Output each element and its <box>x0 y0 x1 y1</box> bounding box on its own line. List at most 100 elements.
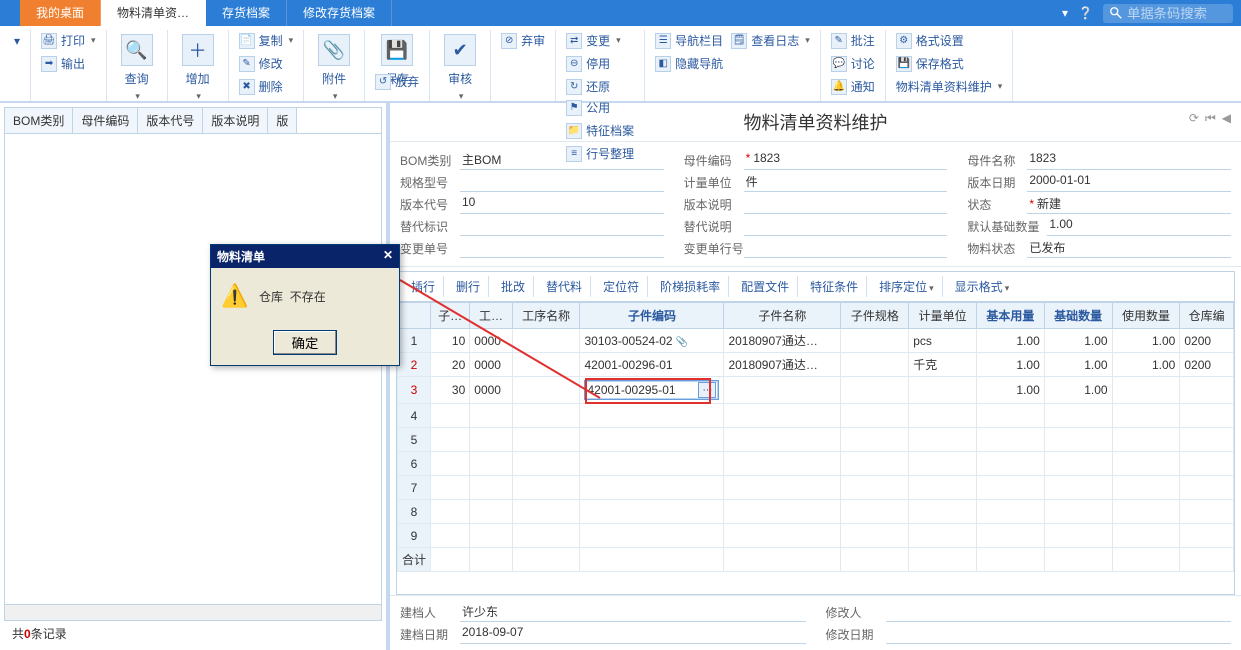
delete-button[interactable]: ✖删除 <box>235 76 298 97</box>
viewlog-button[interactable]: 🗒查看日志 <box>727 30 814 51</box>
grid-cell[interactable] <box>431 524 470 548</box>
grid-cell[interactable] <box>580 500 724 524</box>
table-row[interactable]: 8 <box>398 500 1234 524</box>
grid-cell[interactable] <box>909 428 977 452</box>
left-header-cell[interactable]: 版本说明 <box>203 108 268 133</box>
table-row[interactable]: 5 <box>398 428 1234 452</box>
grid-cell[interactable] <box>512 524 580 548</box>
refresh-icon[interactable]: ⟳ <box>1189 111 1199 126</box>
save-format-button[interactable]: 💾保存格式 <box>892 53 1007 74</box>
grid-cell[interactable] <box>1180 452 1234 476</box>
grid-cell[interactable] <box>841 452 909 476</box>
table-row[interactable]: 7 <box>398 476 1234 500</box>
attachment-icon[interactable]: 📎 <box>676 337 688 348</box>
grid-toolbar-插行[interactable]: 插行 <box>403 276 444 297</box>
prev-icon[interactable]: ◀ <box>1222 111 1231 126</box>
grid-cell[interactable]: 2 <box>398 353 431 377</box>
grid-cell[interactable] <box>841 377 909 404</box>
navbar-button[interactable]: ☰导航栏目 <box>651 30 727 51</box>
grid-cell[interactable] <box>512 329 580 353</box>
grid-cell[interactable]: 0000 <box>470 329 512 353</box>
grid-cell[interactable] <box>909 377 977 404</box>
grid-cell[interactable] <box>977 476 1045 500</box>
table-row[interactable]: 220000042001-00296-0120180907通达…千克1.001.… <box>398 353 1234 377</box>
grid-cell[interactable]: 42001-00296-01 <box>580 353 724 377</box>
dialog-titlebar[interactable]: 物料清单 ✕ <box>211 245 399 268</box>
grid-cell[interactable] <box>470 452 512 476</box>
grid-cell[interactable] <box>909 452 977 476</box>
grid-cell[interactable]: 1.00 <box>1112 353 1180 377</box>
tab-modify-inventory[interactable]: 修改存货档案 <box>287 0 392 26</box>
restore-button[interactable]: ↻还原 <box>562 76 638 97</box>
grid-cell[interactable] <box>470 500 512 524</box>
ver-date-value[interactable]: 2000-01-01 <box>1027 172 1231 192</box>
grid-cell[interactable] <box>724 500 841 524</box>
grid-cell[interactable]: 6 <box>398 452 431 476</box>
notify-button[interactable]: 🔔通知 <box>827 76 879 97</box>
grid-cell[interactable] <box>580 476 724 500</box>
grid-cell[interactable] <box>431 404 470 428</box>
unaudit-button[interactable]: ⊘弃审 <box>497 30 549 51</box>
parent-code-value[interactable]: *1823 <box>744 150 948 170</box>
search-input[interactable] <box>1127 6 1227 21</box>
tab-desktop[interactable]: 我的桌面 <box>20 0 101 26</box>
grid-col-header[interactable]: 子件编码 <box>580 303 724 329</box>
grid-cell[interactable] <box>1112 500 1180 524</box>
grid-cell[interactable]: 1 <box>398 329 431 353</box>
grid-col-header[interactable]: 基础数量 <box>1044 303 1112 329</box>
help-icon[interactable]: ❔ <box>1078 6 1093 20</box>
grid-toolbar-配置文件[interactable]: 配置文件 <box>733 276 798 297</box>
grid-cell[interactable] <box>1180 428 1234 452</box>
grid-cell[interactable]: 1.00 <box>977 329 1045 353</box>
grid-cell[interactable] <box>512 452 580 476</box>
modify-button[interactable]: ✎修改 <box>235 53 298 74</box>
grid-cell[interactable] <box>470 404 512 428</box>
grid-cell[interactable]: 5 <box>398 428 431 452</box>
print-button[interactable]: 🖨打印 <box>37 30 100 51</box>
grid-toolbar-删行[interactable]: 删行 <box>448 276 489 297</box>
grid-cell[interactable]: 1.00 <box>977 377 1045 404</box>
close-icon[interactable]: ✕ <box>383 248 393 265</box>
grid-cell[interactable] <box>580 524 724 548</box>
grid-cell[interactable] <box>1180 476 1234 500</box>
grid-cell[interactable]: 1.00 <box>1112 329 1180 353</box>
grid-cell[interactable] <box>841 428 909 452</box>
grid-cell[interactable] <box>841 404 909 428</box>
grid-cell[interactable] <box>1112 404 1180 428</box>
grid-cell[interactable] <box>1044 500 1112 524</box>
left-header-cell[interactable]: 版本代号 <box>138 108 203 133</box>
grid-col-header[interactable]: 子… <box>431 303 470 329</box>
bom-type-value[interactable]: 主BOM <box>460 150 664 170</box>
grid-toolbar-特征条件[interactable]: 特征条件 <box>802 276 867 297</box>
grid-col-header[interactable] <box>398 303 431 329</box>
grid-cell[interactable] <box>470 476 512 500</box>
grid-cell[interactable] <box>977 452 1045 476</box>
copy-button[interactable]: 📄复制 <box>235 30 298 51</box>
grid-cell[interactable] <box>1180 524 1234 548</box>
global-search[interactable] <box>1103 4 1233 23</box>
table-row[interactable]: 330000042001-00295-01⋯1.001.00 <box>398 377 1234 404</box>
grid-cell[interactable] <box>909 500 977 524</box>
grid-cell[interactable] <box>724 476 841 500</box>
dialog-ok-button[interactable]: 确定 <box>273 330 338 355</box>
grid-cell[interactable] <box>841 353 909 377</box>
query-button[interactable]: 🔍查询 <box>113 30 161 106</box>
grid-cell[interactable] <box>1044 476 1112 500</box>
grid-cell[interactable] <box>724 452 841 476</box>
grid-cell[interactable] <box>977 524 1045 548</box>
grid-cell[interactable]: 10 <box>431 329 470 353</box>
ver-code-value[interactable]: 10 <box>460 194 664 214</box>
grid-cell[interactable] <box>512 428 580 452</box>
grid-cell[interactable]: 0000 <box>470 353 512 377</box>
grid-cell[interactable] <box>512 377 580 404</box>
grid-cell[interactable]: 1.00 <box>1044 377 1112 404</box>
grid-cell[interactable] <box>1112 524 1180 548</box>
grid-cell[interactable] <box>1112 476 1180 500</box>
attach-button[interactable]: 📎附件 <box>310 30 358 106</box>
grid-cell[interactable] <box>512 500 580 524</box>
menu-dropdown-icon[interactable]: ▾ <box>1062 6 1068 20</box>
grid-cell[interactable]: 1.00 <box>977 353 1045 377</box>
grid-col-header[interactable]: 计量单位 <box>909 303 977 329</box>
first-icon[interactable]: ⏮ <box>1205 111 1216 126</box>
grid-cell[interactable]: pcs <box>909 329 977 353</box>
